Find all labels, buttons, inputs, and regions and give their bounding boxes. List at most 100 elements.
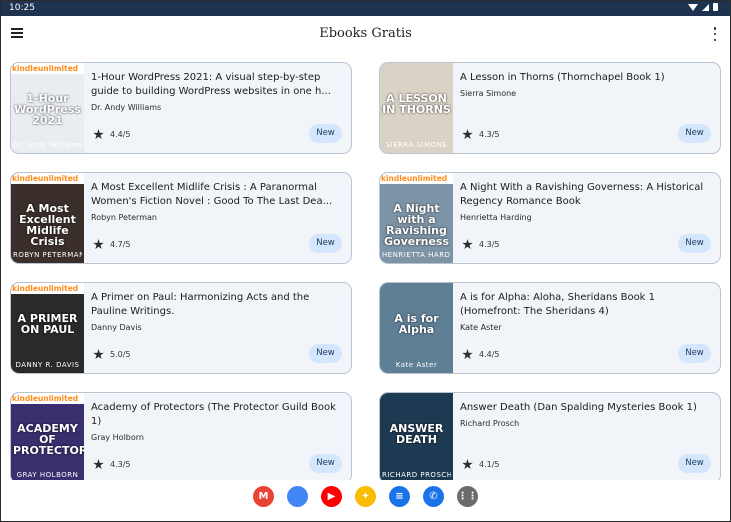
star-icon — [462, 459, 473, 470]
photos-icon[interactable]: ✦ — [355, 486, 376, 507]
book-author: Sierra Simone — [460, 89, 517, 98]
new-badge[interactable]: New — [678, 454, 711, 473]
gmail-icon[interactable]: M — [253, 486, 274, 507]
app-bar: Ebooks Gratis — [1, 16, 730, 54]
book-rating: 4.7/5 — [93, 239, 131, 250]
messages-icon[interactable]: ≡ — [389, 486, 410, 507]
status-bar: 10:25 — [1, 1, 730, 16]
new-badge[interactable]: New — [678, 344, 711, 363]
book-title: Answer Death (Dan Spalding Mysteries Boo… — [460, 402, 697, 413]
cover-band: kindleunlimited — [11, 173, 84, 184]
book-info: A Primer on Paul: Harmonizing Acts and t… — [91, 291, 343, 332]
book-cover: kindleunlimited ACADEMY OF PROTECTORS GR… — [11, 393, 84, 483]
cover-title: A PRIMER ON PAUL — [17, 312, 78, 336]
star-icon — [462, 349, 473, 360]
wifi-icon — [688, 3, 698, 11]
book-title: Academy of Protectors (The Protector Gui… — [91, 402, 336, 427]
book-author: Richard Prosch — [460, 419, 520, 428]
new-badge[interactable]: New — [309, 234, 342, 253]
cover-author: Kate Aster — [395, 361, 438, 369]
book-title: 1-Hour WordPress 2021: A visual step-by-… — [91, 72, 331, 97]
book-rating: 5.0/5 — [93, 349, 131, 360]
book-info: A is for Alpha: Aloha, Sheridans Book 1 … — [460, 291, 712, 332]
book-rating: 4.4/5 — [93, 129, 131, 140]
book-card[interactable]: kindleunlimited 1-Hour WordPress 2021 Dr… — [10, 62, 352, 154]
star-icon — [93, 459, 104, 470]
cover-title: A Most Excellent Midlife Crisis — [19, 202, 76, 248]
new-badge[interactable]: New — [678, 234, 711, 253]
phone-icon[interactable]: ✆ — [423, 486, 444, 507]
book-author: Kate Aster — [460, 323, 502, 332]
cover-title: 1-Hour WordPress 2021 — [14, 92, 81, 127]
book-card[interactable]: ANSWER DEATH RICHARD PROSCH Answer Death… — [379, 392, 721, 484]
book-cover: kindleunlimited A Night with a Ravishing… — [380, 173, 453, 263]
chrome-icon[interactable] — [287, 486, 308, 507]
book-cover: kindleunlimited A Most Excellent Midlife… — [11, 173, 84, 263]
cover-title: ANSWER DEATH — [389, 422, 444, 446]
book-card[interactable]: A is for Alpha Kate Aster A is for Alpha… — [379, 282, 721, 374]
cover-author: GRAY HOLBORN — [16, 471, 79, 479]
book-info: A Most Excellent Midlife Crisis : A Para… — [91, 181, 343, 222]
status-time: 10:25 — [9, 3, 35, 13]
book-cover: ANSWER DEATH RICHARD PROSCH — [380, 393, 453, 483]
book-cover: A is for Alpha Kate Aster — [380, 283, 453, 373]
rating-value: 4.3/5 — [479, 240, 500, 249]
book-info: Answer Death (Dan Spalding Mysteries Boo… — [460, 401, 712, 428]
book-author: Dr. Andy Williams — [91, 103, 162, 112]
new-badge[interactable]: New — [678, 124, 711, 143]
book-rating: 4.3/5 — [462, 239, 500, 250]
more-vert-icon[interactable] — [712, 27, 718, 41]
book-card[interactable]: kindleunlimited ACADEMY OF PROTECTORS GR… — [10, 392, 352, 484]
cover-band: kindleunlimited — [380, 173, 453, 184]
book-card[interactable]: A LESSON IN THORNS SIERRA SIMONE A Lesso… — [379, 62, 721, 154]
battery-icon — [713, 3, 718, 11]
cover-title: A Night with a Ravishing Governess — [383, 202, 450, 248]
book-info: A Night With a Ravishing Governess: A Hi… — [460, 181, 712, 222]
book-card[interactable]: kindleunlimited A Night with a Ravishing… — [379, 172, 721, 264]
cover-title: A is for Alpha — [394, 312, 439, 336]
cover-band: kindleunlimited — [11, 393, 84, 404]
book-title: A Most Excellent Midlife Crisis : A Para… — [91, 182, 333, 207]
signal-icon — [702, 3, 709, 11]
book-title: A Lesson in Thorns (Thornchapel Book 1) — [460, 72, 665, 83]
star-icon — [462, 239, 473, 250]
book-rating: 4.3/5 — [462, 129, 500, 140]
new-badge[interactable]: New — [309, 344, 342, 363]
book-cover: A LESSON IN THORNS SIERRA SIMONE — [380, 63, 453, 153]
cover-author: SIERRA SIMONE — [385, 141, 448, 149]
rating-value: 4.3/5 — [110, 460, 131, 469]
book-cover: kindleunlimited A PRIMER ON PAUL DANNY R… — [11, 283, 84, 373]
page-title: Ebooks Gratis — [319, 26, 412, 41]
book-card[interactable]: kindleunlimited A PRIMER ON PAUL DANNY R… — [10, 282, 352, 374]
youtube-icon[interactable]: ▶ — [321, 486, 342, 507]
cover-band: kindleunlimited — [11, 63, 84, 74]
book-cover: kindleunlimited 1-Hour WordPress 2021 Dr… — [11, 63, 84, 153]
star-icon — [462, 129, 473, 140]
rating-value: 4.3/5 — [479, 130, 500, 139]
book-rating: 4.3/5 — [93, 459, 131, 470]
rating-value: 4.4/5 — [110, 130, 131, 139]
rating-value: 5.0/5 — [110, 350, 131, 359]
book-author: Robyn Peterman — [91, 213, 157, 222]
new-badge[interactable]: New — [309, 454, 342, 473]
cover-author: ROBYN PETERMAN — [13, 251, 82, 259]
cover-band: kindleunlimited — [11, 283, 84, 294]
book-info: 1-Hour WordPress 2021: A visual step-by-… — [91, 71, 343, 112]
app-drawer-icon[interactable]: ⋮⋮ — [457, 486, 478, 507]
star-icon — [93, 349, 104, 360]
system-icons — [688, 3, 718, 11]
book-card[interactable]: kindleunlimited A Most Excellent Midlife… — [10, 172, 352, 264]
new-badge[interactable]: New — [309, 124, 342, 143]
star-icon — [93, 129, 104, 140]
cover-author: HENRIETTA HARDING — [382, 251, 451, 259]
rating-value: 4.4/5 — [479, 350, 500, 359]
book-rating: 4.4/5 — [462, 349, 500, 360]
book-title: A is for Alpha: Aloha, Sheridans Book 1 … — [460, 292, 656, 317]
rating-value: 4.7/5 — [110, 240, 131, 249]
book-author: Danny Davis — [91, 323, 142, 332]
book-title: A Primer on Paul: Harmonizing Acts and t… — [91, 292, 310, 317]
nav-bar: M ▶ ✦ ≡ ✆ ⋮⋮ — [1, 480, 730, 521]
cover-title: A LESSON IN THORNS — [382, 92, 451, 116]
cover-title: ACADEMY OF PROTECTORS — [13, 422, 84, 457]
cover-author: Dr. Andy Williams — [13, 141, 82, 149]
